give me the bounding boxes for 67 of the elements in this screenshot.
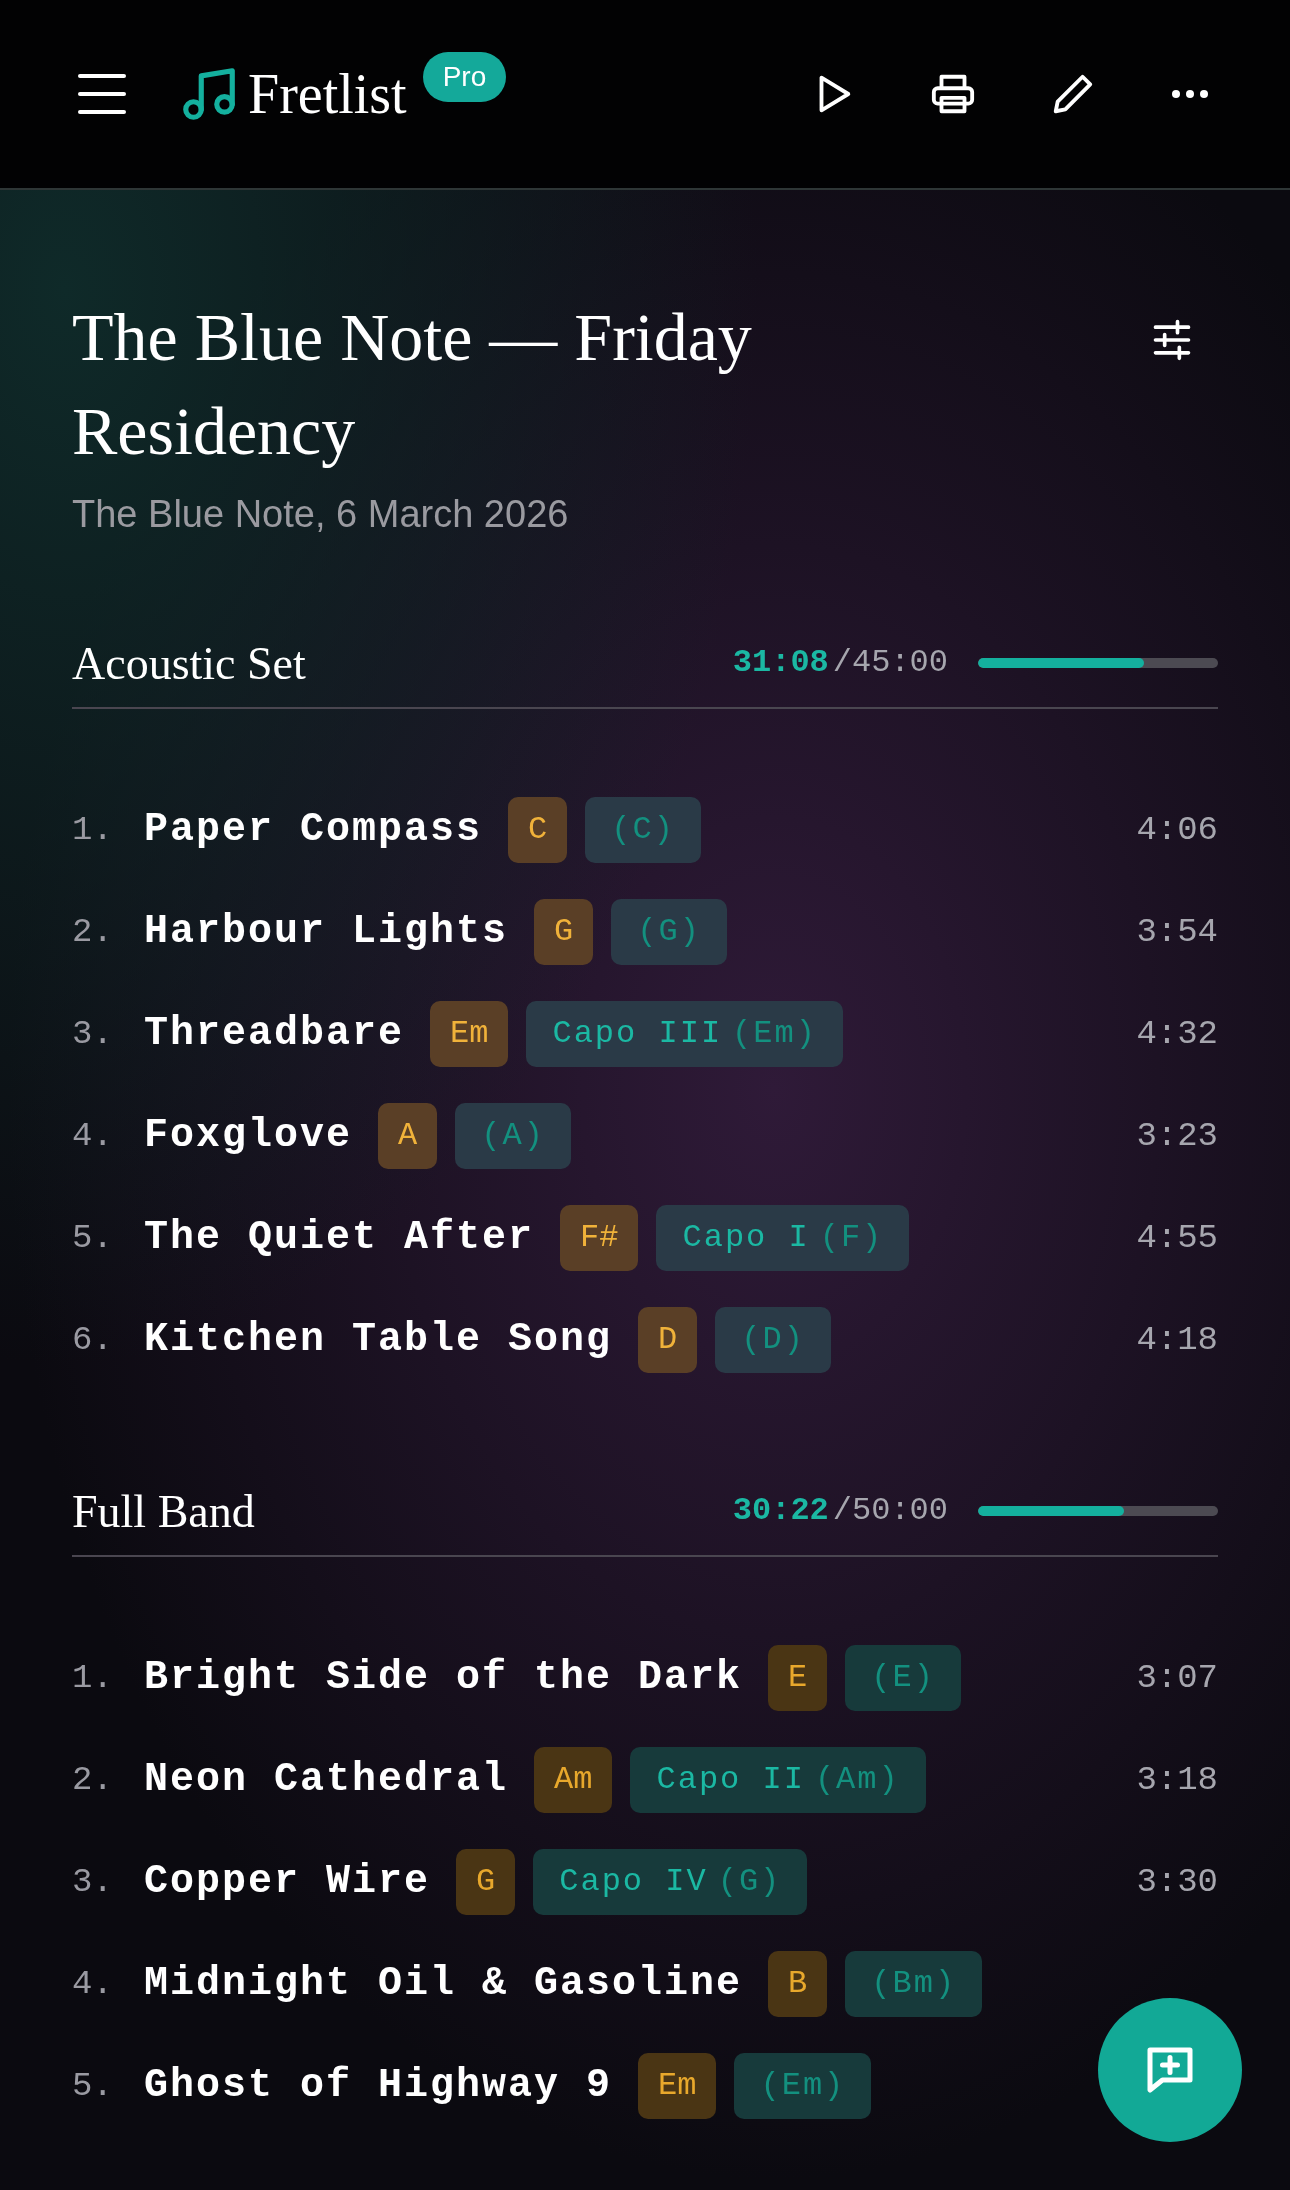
song-number: 2. <box>72 911 114 953</box>
key-chip: F# <box>560 1205 639 1271</box>
song-title[interactable]: Harbour Lights <box>144 902 509 962</box>
song-title[interactable]: Foxglove <box>144 1106 353 1166</box>
capo-chip: Capo I (F) <box>656 1205 910 1271</box>
song-duration: 3:23 <box>1136 1115 1218 1157</box>
key-chip: Am <box>534 1747 613 1813</box>
set-title: Acoustic Set <box>72 636 306 691</box>
app-name: Fretlist <box>248 62 407 127</box>
capo-chip: (G) <box>611 899 727 965</box>
set-total-time: 45:00 <box>852 643 948 683</box>
song-number: 3. <box>72 1013 114 1055</box>
song-title[interactable]: Neon Cathedral <box>144 1750 509 1810</box>
song-duration: 4:06 <box>1136 809 1218 851</box>
capo-chip: (D) <box>715 1307 831 1373</box>
song-number: 5. <box>72 1217 114 1259</box>
song-number: 1. <box>72 809 114 851</box>
capo-chip: (E) <box>845 1645 961 1711</box>
menu-button[interactable] <box>78 74 126 114</box>
song-duration: 3:07 <box>1136 1657 1218 1699</box>
song-title[interactable]: The Quiet After <box>144 1208 535 1268</box>
set-total-time: 50:00 <box>852 1491 948 1531</box>
more-icon[interactable] <box>1170 88 1210 100</box>
song-title[interactable]: Copper Wire <box>144 1852 431 1912</box>
set-title: Full Band <box>72 1484 255 1539</box>
song-title[interactable]: Kitchen Table Song <box>144 1310 613 1370</box>
capo-chip: (C) <box>585 797 701 863</box>
key-chip: D <box>638 1307 698 1373</box>
song-title[interactable]: Ghost of Highway 9 <box>144 2056 613 2116</box>
capo-chip: (A) <box>455 1103 571 1169</box>
song-duration: 4:18 <box>1136 1319 1218 1361</box>
song-number: 5. <box>72 2065 114 2107</box>
song-title[interactable]: Midnight Oil & Gasoline <box>144 1954 743 2014</box>
song-title[interactable]: Threadbare <box>144 1004 405 1064</box>
song-duration: 4:32 <box>1136 1013 1218 1055</box>
capo-chip: Capo IV (G) <box>533 1849 808 1915</box>
key-chip: Em <box>430 1001 509 1067</box>
setlist-subtitle: The Blue Note, 6 March 2026 <box>72 492 570 537</box>
capo-chip: (Bm) <box>845 1951 983 2017</box>
song-title[interactable]: Bright Side of the Dark <box>144 1648 743 1708</box>
capo-chip: Capo II (Am) <box>630 1747 926 1813</box>
key-chip: G <box>534 899 594 965</box>
song-duration: 3:30 <box>1136 1861 1218 1903</box>
song-title[interactable]: Paper Compass <box>144 800 483 860</box>
song-duration: 4:55 <box>1136 1217 1218 1259</box>
capo-chip: (Em) <box>734 2053 872 2119</box>
song-number: 3. <box>72 1861 114 1903</box>
key-chip: C <box>508 797 568 863</box>
song-number: 4. <box>72 1115 114 1157</box>
song-duration: 3:18 <box>1136 1759 1218 1801</box>
key-chip: E <box>768 1645 828 1711</box>
song-number: 4. <box>72 1963 114 2005</box>
key-chip: G <box>456 1849 516 1915</box>
key-chip: B <box>768 1951 828 2017</box>
set-elapsed-time: 31:08 <box>732 643 829 683</box>
setlist-title: The Blue Note — Friday Residency <box>72 298 753 471</box>
song-number: 1. <box>72 1657 114 1699</box>
time-separator: / <box>832 643 852 683</box>
pro-badge: Pro <box>422 52 507 102</box>
capo-chip: Capo III (Em) <box>526 1001 843 1067</box>
set-elapsed-time: 30:22 <box>732 1491 829 1531</box>
time-separator: / <box>832 1491 852 1531</box>
key-chip: Em <box>638 2053 717 2119</box>
song-number: 2. <box>72 1759 114 1801</box>
song-duration: 3:54 <box>1136 911 1218 953</box>
key-chip: A <box>378 1103 438 1169</box>
song-number: 6. <box>72 1319 114 1361</box>
